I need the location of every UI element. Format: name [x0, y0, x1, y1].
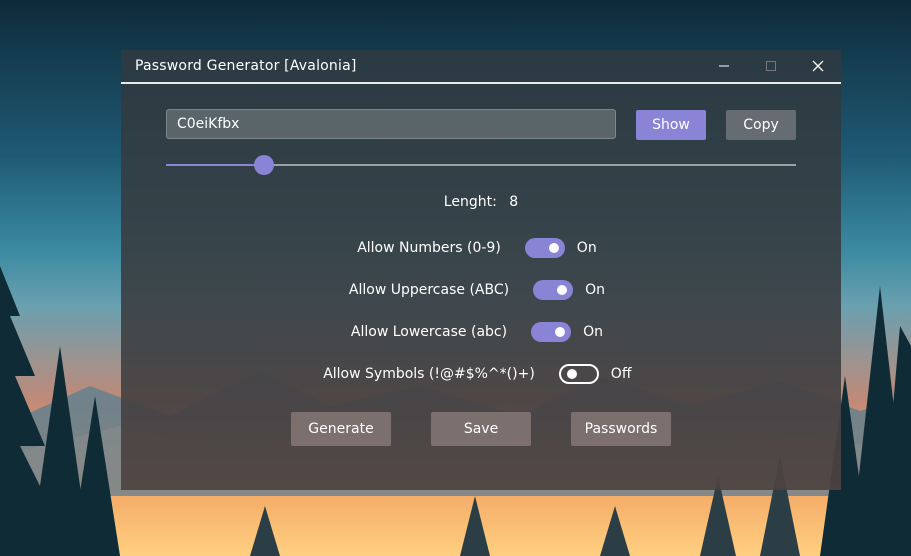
option-label: Allow Lowercase (abc) — [350, 324, 508, 340]
toggle-knob — [566, 369, 577, 379]
minimize-icon — [718, 65, 729, 67]
generate-button[interactable]: Generate — [291, 412, 391, 446]
option-state: On — [585, 282, 605, 298]
minimize-button[interactable] — [700, 50, 747, 82]
password-value: C0eiKfbx — [177, 116, 240, 132]
close-button[interactable] — [794, 50, 841, 82]
maximize-icon — [765, 61, 776, 71]
toggle-knob — [557, 285, 568, 295]
show-button[interactable]: Show — [636, 110, 706, 140]
length-value: 8 — [509, 194, 519, 210]
option-state: Off — [610, 366, 632, 382]
length-slider[interactable] — [166, 155, 796, 175]
slider-fill — [166, 164, 264, 166]
numbers-toggle[interactable] — [524, 238, 565, 258]
length-display: Lenght: 8 — [121, 194, 841, 210]
option-symbols: Allow Symbols (!@#$%^*()+) Off — [121, 364, 841, 384]
length-label: Lenght: — [443, 194, 497, 210]
passwords-button[interactable]: Passwords — [571, 412, 671, 446]
copy-button[interactable]: Copy — [726, 110, 796, 140]
slider-thumb[interactable] — [253, 155, 274, 175]
uppercase-toggle[interactable] — [533, 280, 574, 300]
option-label: Allow Numbers (0-9) — [357, 240, 501, 256]
lowercase-toggle[interactable] — [531, 322, 572, 342]
save-button[interactable]: Save — [431, 412, 531, 446]
option-state: On — [576, 240, 597, 256]
toggle-knob — [548, 243, 559, 253]
password-field[interactable]: C0eiKfbx — [166, 109, 616, 139]
title-bar[interactable]: Password Generator [Avalonia] — [121, 50, 841, 84]
option-label: Allow Symbols (!@#$%^*()+) — [323, 366, 535, 382]
toggle-knob — [555, 327, 566, 337]
option-lowercase: Allow Lowercase (abc) On — [121, 322, 841, 342]
option-numbers: Allow Numbers (0-9) On — [121, 238, 841, 258]
symbols-toggle[interactable] — [558, 364, 599, 384]
option-label: Allow Uppercase (ABC) — [348, 282, 510, 298]
maximize-button[interactable] — [747, 50, 794, 82]
option-state: On — [583, 324, 603, 340]
window-title: Password Generator [Avalonia] — [135, 58, 357, 74]
window-controls — [700, 50, 841, 82]
close-icon — [812, 60, 823, 72]
option-uppercase: Allow Uppercase (ABC) On — [121, 280, 841, 300]
app-window: Password Generator [Avalonia] C0eiKfbx S… — [121, 50, 841, 490]
